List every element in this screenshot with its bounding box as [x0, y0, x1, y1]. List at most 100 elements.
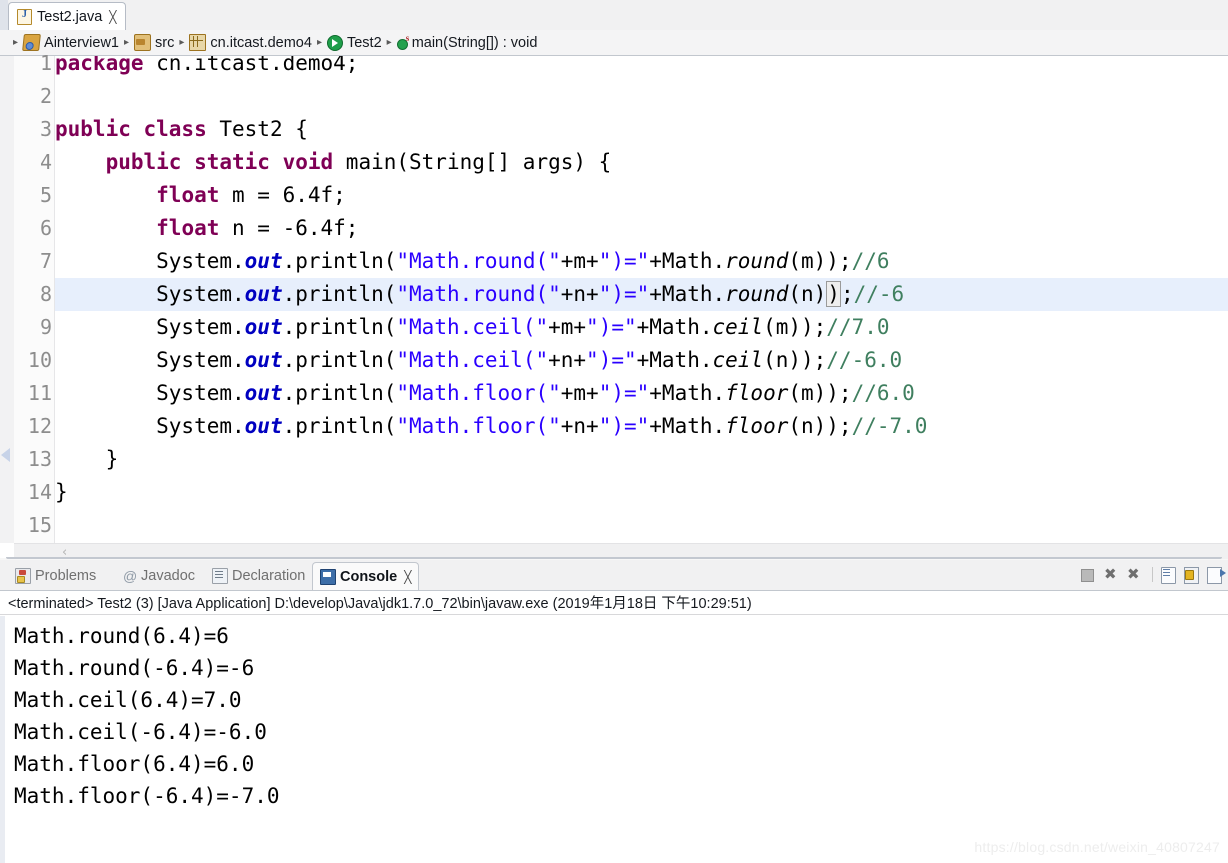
code-token: round [725, 282, 789, 306]
line-number: 1 [39, 51, 52, 75]
code-line[interactable]: System.out.println("Math.round("+m+")="+… [55, 245, 890, 278]
code-token: +Math. [649, 282, 726, 306]
line-number: 5 [39, 183, 52, 207]
code-token: +n+ [548, 348, 587, 372]
folding-strip[interactable] [0, 56, 15, 543]
chevron-right-icon: ▸ [179, 37, 185, 48]
package-icon [189, 34, 207, 51]
source-folder-icon [134, 34, 152, 51]
close-icon[interactable]: ╳ [404, 570, 411, 584]
code-line[interactable]: System.out.println("Math.floor("+n+")="+… [55, 410, 927, 443]
line-number: 9 [39, 315, 52, 339]
line-number: 4 [39, 150, 52, 174]
code-token: ")=" [598, 381, 650, 405]
code-token: .println( [282, 414, 397, 438]
breadcrumb-label-method: main(String[]) : void [411, 34, 538, 51]
code-token: public class [55, 117, 220, 141]
console-output[interactable]: Math.round(6.4)=6 Math.round(-6.4)=-6 Math… [0, 616, 1228, 863]
code-line[interactable]: public class Test2 { [55, 113, 308, 146]
code-token: cn.itcast.demo4; [156, 56, 359, 75]
line-number-gutter: 1 2 3 4 5 6 7 8 9 10 11 12 13 14 15 [14, 51, 54, 543]
code-token: //-6.0 [826, 348, 903, 372]
code-line[interactable]: } [55, 443, 119, 476]
clear-console-icon[interactable] [1161, 566, 1178, 584]
code-line[interactable]: package cn.itcast.demo4; [55, 56, 358, 80]
javadoc-at-icon: @ [123, 568, 138, 584]
code-token: +m+ [548, 315, 587, 339]
code-line[interactable]: System.out.println("Math.ceil("+m+")="+M… [55, 311, 889, 344]
pin-console-icon[interactable] [1207, 566, 1224, 584]
console-view[interactable]: <terminated> Test2 (3) [Java Application… [0, 590, 1228, 863]
code-token: .println( [282, 249, 397, 273]
tab-javadoc-label: Javadoc [141, 568, 196, 584]
breadcrumb-label-src: src [155, 34, 175, 51]
close-icon[interactable]: ╳ [109, 11, 116, 23]
code-token: ")=" [598, 282, 650, 306]
collapse-arrow-icon[interactable] [1, 448, 10, 462]
code-token: "Math.floor(" [396, 381, 561, 405]
editor-bottom-border [6, 557, 1222, 559]
code-token: round [725, 249, 789, 273]
code-line[interactable]: System.out.println("Math.ceil("+n+")="+M… [55, 344, 902, 377]
code-token: .println( [282, 381, 397, 405]
code-token: (n)); [763, 348, 827, 372]
code-token: (m)); [788, 249, 852, 273]
remove-all-launches-icon[interactable]: ✖ [1127, 566, 1144, 583]
line-number: 10 [27, 348, 52, 372]
breadcrumb-label-package: cn.itcast.demo4 [210, 34, 312, 51]
chevron-right-icon: ▸ [123, 37, 130, 48]
breadcrumb-item-method[interactable]: main(String[]) : void [396, 33, 538, 51]
breadcrumb-item-src[interactable]: src [134, 34, 174, 51]
tab-declaration-label: Declaration [232, 568, 306, 584]
code-line[interactable]: System.out.println("Math.floor("+m+")="+… [55, 377, 915, 410]
code-token: floor [725, 414, 789, 438]
tab-javadoc[interactable]: @ Javadoc [116, 563, 202, 589]
breadcrumb-item-package[interactable]: cn.itcast.demo4 [189, 34, 312, 51]
tab-declaration[interactable]: Declaration [205, 563, 312, 589]
tab-problems[interactable]: Problems [8, 563, 103, 589]
toolbar-divider [1152, 567, 1153, 582]
code-token: ")=" [586, 315, 637, 339]
tab-console[interactable]: Console ╳ [312, 562, 420, 590]
code-token: "Math.round(" [396, 249, 561, 273]
code-line[interactable]: float m = 6.4f; [55, 179, 346, 212]
code-token: (n)); [788, 414, 852, 438]
code-token: } [55, 447, 119, 471]
stop-icon[interactable] [1081, 566, 1098, 583]
code-token: out [244, 381, 283, 405]
code-line[interactable]: float n = -6.4f; [55, 212, 358, 245]
console-toolbar: ✖ ✖ [1081, 566, 1224, 584]
code-token: +m+ [560, 249, 599, 273]
code-token: System. [55, 282, 245, 306]
breadcrumb-item-class[interactable]: Test2 [326, 34, 382, 51]
editor-tab-test2-java[interactable]: Test2.java ╳ [8, 2, 126, 30]
editor-tab-label: Test2.java [37, 8, 103, 25]
code-text-area[interactable]: package cn.itcast.demo4; public class Tes… [55, 56, 1228, 543]
code-token: public static void [105, 150, 346, 174]
code-line[interactable]: } [55, 476, 68, 509]
code-token: .println( [282, 348, 397, 372]
console-left-rail [0, 616, 5, 863]
static-method-icon [396, 33, 409, 50]
code-token: ")=" [598, 249, 650, 273]
code-token: ")=" [586, 348, 637, 372]
code-token: //-7.0 [851, 414, 928, 438]
remove-launch-icon[interactable]: ✖ [1104, 566, 1121, 583]
console-output-line: Math.round(-6.4)=-6 [14, 656, 255, 680]
code-editor[interactable]: 1 2 3 4 5 6 7 8 9 10 11 12 13 14 15 package cn.itcast.… [0, 51, 1228, 560]
code-token: +m+ [560, 381, 599, 405]
code-token: ceil [712, 315, 764, 339]
breadcrumb: ▸ Ainterview1 ▸ src ▸ cn.itcast.demo4 ▸ … [0, 30, 1228, 56]
code-token: ")=" [598, 414, 650, 438]
code-token: +Math. [649, 249, 726, 273]
code-token: float [156, 216, 233, 240]
line-number: 13 [27, 447, 52, 471]
code-token: } [55, 480, 68, 504]
code-token: System. [55, 414, 245, 438]
breadcrumb-label-project: Ainterview1 [44, 34, 119, 51]
scroll-lock-icon[interactable] [1184, 566, 1201, 584]
code-line[interactable]: System.out.println("Math.round("+n+")="+… [55, 278, 904, 311]
code-token: //6 [851, 249, 890, 273]
code-line[interactable]: public static void main(String[] args) { [55, 146, 612, 179]
